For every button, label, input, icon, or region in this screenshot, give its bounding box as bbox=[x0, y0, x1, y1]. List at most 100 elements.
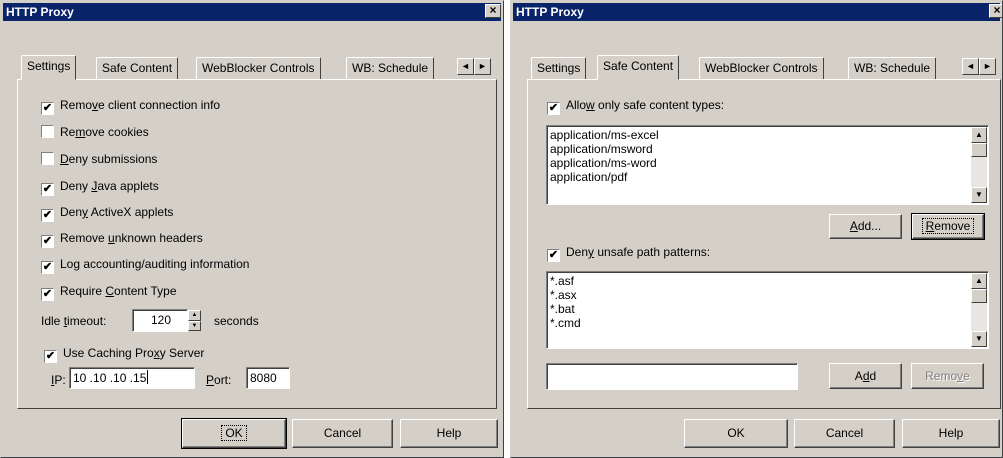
tab-scroll-right-button[interactable]: ► bbox=[474, 58, 491, 75]
safe-content-type-item[interactable]: application/ms-excel bbox=[550, 128, 968, 142]
mnemonic: A bbox=[849, 219, 858, 233]
checkbox[interactable] bbox=[41, 125, 54, 138]
tab-scroll-right-button[interactable]: ► bbox=[979, 58, 996, 75]
checkbox[interactable]: ✔ bbox=[41, 288, 54, 301]
vertical-scrollbar[interactable]: ▲ ▼ bbox=[971, 127, 987, 203]
add-safe-type-button[interactable]: Add... bbox=[829, 214, 902, 239]
ok-button[interactable]: OK bbox=[181, 418, 287, 449]
scroll-thumb[interactable] bbox=[971, 143, 987, 157]
scroll-up-button[interactable]: ▲ bbox=[971, 127, 987, 143]
scroll-down-icon: ▼ bbox=[975, 190, 983, 199]
tab-settings[interactable]: Settings bbox=[531, 57, 587, 79]
http-proxy-dialog-settings: HTTP Proxy × Settings Safe Content WebBl… bbox=[0, 0, 504, 458]
remove-path-pattern-button[interactable]: Remove bbox=[911, 363, 984, 389]
port-value: 8080 bbox=[250, 371, 277, 385]
unsafe-path-pattern-item[interactable]: *.cmd bbox=[550, 316, 968, 330]
tab-webblocker-controls[interactable]: WebBlocker Controls bbox=[699, 57, 824, 79]
scroll-down-button[interactable]: ▼ bbox=[971, 331, 987, 347]
checkbox[interactable]: ✔ bbox=[41, 183, 54, 196]
ip-value: 10 .10 .10 .15 bbox=[73, 371, 147, 385]
option-log-accounting[interactable]: ✔ Log accounting/auditing information bbox=[41, 257, 249, 274]
add-path-pattern-button[interactable]: Add bbox=[829, 363, 902, 389]
option-label: Use Caching Pro bbox=[63, 346, 154, 360]
close-button[interactable]: × bbox=[485, 4, 501, 18]
option-deny-activex-applets[interactable]: ✔ Deny ActiveX applets bbox=[41, 205, 173, 222]
tab-wb-schedule[interactable]: WB: Schedule bbox=[346, 57, 435, 79]
mnemonic: m bbox=[75, 125, 86, 139]
checkbox[interactable]: ✔ bbox=[41, 261, 54, 274]
option-allow-safe-content-types[interactable]: ✔ Allow only safe content types: bbox=[547, 98, 724, 115]
spin-up-button[interactable]: ▲ bbox=[188, 310, 201, 321]
checkbox[interactable]: ✔ bbox=[41, 235, 54, 248]
checkbox[interactable]: ✔ bbox=[44, 350, 57, 363]
remove-safe-type-button[interactable]: Remove bbox=[911, 213, 985, 240]
safe-content-type-item[interactable]: application/pdf bbox=[550, 170, 968, 184]
option-require-content-type[interactable]: ✔ Require Content Type bbox=[41, 284, 177, 301]
scroll-down-button[interactable]: ▼ bbox=[971, 187, 987, 203]
close-icon: × bbox=[993, 3, 1001, 17]
mnemonic: d bbox=[862, 369, 870, 383]
spin-down-button[interactable]: ▼ bbox=[188, 321, 201, 331]
title-bar[interactable]: HTTP Proxy bbox=[3, 3, 501, 21]
option-label: ontent Type bbox=[114, 284, 177, 298]
unsafe-path-pattern-item[interactable]: *.asx bbox=[550, 288, 968, 302]
tab-label: Safe Content bbox=[102, 61, 173, 75]
tab-webblocker-controls[interactable]: WebBlocker Controls bbox=[196, 57, 321, 79]
option-label: Remo bbox=[60, 98, 93, 112]
unsafe-path-pattern-item[interactable]: *.asf bbox=[550, 274, 968, 288]
tab-scroll-left-button[interactable]: ◄ bbox=[962, 58, 979, 75]
spin-up-icon: ▲ bbox=[191, 312, 198, 318]
tab-label: Settings bbox=[537, 61, 581, 75]
tab-safe-content[interactable]: Safe Content bbox=[96, 57, 179, 79]
title-bar[interactable]: HTTP Proxy bbox=[513, 3, 1000, 21]
mnemonic: R bbox=[925, 219, 935, 233]
cancel-button[interactable]: Cancel bbox=[794, 419, 895, 448]
unsafe-path-pattern-item[interactable]: *.bat bbox=[550, 302, 968, 316]
option-label: Den bbox=[60, 205, 83, 219]
checkbox[interactable] bbox=[41, 152, 54, 165]
option-deny-submissions[interactable]: Deny submissions bbox=[41, 152, 157, 168]
option-remove-client-connection-info[interactable]: ✔ Remove client connection info bbox=[41, 98, 220, 115]
option-use-caching-proxy[interactable]: ✔ Use Caching Proxy Server bbox=[44, 346, 204, 363]
checkbox[interactable]: ✔ bbox=[41, 209, 54, 222]
safe-content-type-item[interactable]: application/msword bbox=[550, 142, 968, 156]
ok-button[interactable]: OK bbox=[684, 419, 788, 448]
vertical-scrollbar[interactable]: ▲ ▼ bbox=[971, 273, 987, 347]
unsafe-path-patterns-list[interactable]: *.asf *.asx *.bat *.cmd ▲ ▼ bbox=[546, 271, 989, 349]
checkbox[interactable]: ✔ bbox=[41, 102, 54, 115]
label-text: ort: bbox=[214, 373, 232, 387]
port-input[interactable]: 8080 bbox=[246, 367, 290, 389]
checkbox[interactable]: ✔ bbox=[547, 249, 560, 262]
tab-settings[interactable]: Settings bbox=[21, 55, 77, 80]
cancel-button[interactable]: Cancel bbox=[292, 419, 393, 448]
option-label: Den bbox=[566, 245, 589, 259]
help-button[interactable]: Help bbox=[902, 419, 1000, 448]
option-remove-unknown-headers[interactable]: ✔ Remove unknown headers bbox=[41, 231, 203, 248]
tab-safe-content[interactable]: Safe Content bbox=[597, 55, 680, 80]
mnemonic: D bbox=[60, 152, 69, 166]
path-pattern-input[interactable] bbox=[546, 363, 798, 390]
ip-input[interactable]: 10 .10 .10 .15 bbox=[69, 367, 195, 389]
checkbox[interactable]: ✔ bbox=[547, 102, 560, 115]
safe-content-types-list[interactable]: application/ms-excel application/msword ap… bbox=[546, 125, 989, 205]
idle-timeout-input[interactable]: 120 bbox=[132, 309, 188, 332]
scroll-thumb[interactable] bbox=[971, 289, 987, 303]
safe-content-type-item[interactable]: application/ms-word bbox=[550, 156, 968, 170]
button-label: Help bbox=[938, 426, 964, 440]
option-remove-cookies[interactable]: Remove cookies bbox=[41, 125, 149, 141]
arrow-right-icon: ► bbox=[983, 61, 992, 71]
button-label: emove bbox=[934, 219, 971, 233]
list-items: *.asf *.asx *.bat *.cmd bbox=[550, 274, 968, 330]
scroll-up-button[interactable]: ▲ bbox=[971, 273, 987, 289]
tab-label: WB: Schedule bbox=[854, 61, 931, 75]
help-button[interactable]: Help bbox=[400, 419, 498, 448]
option-label: Allo bbox=[566, 98, 587, 112]
button-label: OK bbox=[221, 425, 247, 441]
option-deny-unsafe-path-patterns[interactable]: ✔ Deny unsafe path patterns: bbox=[547, 245, 710, 262]
tab-scroll-left-button[interactable]: ◄ bbox=[457, 58, 474, 75]
arrow-left-icon: ◄ bbox=[966, 61, 975, 71]
option-deny-java-applets[interactable]: ✔ Deny Java applets bbox=[41, 179, 159, 196]
list-items: application/ms-excel application/msword ap… bbox=[550, 128, 968, 184]
close-button[interactable]: × bbox=[989, 3, 1002, 18]
tab-wb-schedule[interactable]: WB: Schedule bbox=[848, 57, 937, 79]
